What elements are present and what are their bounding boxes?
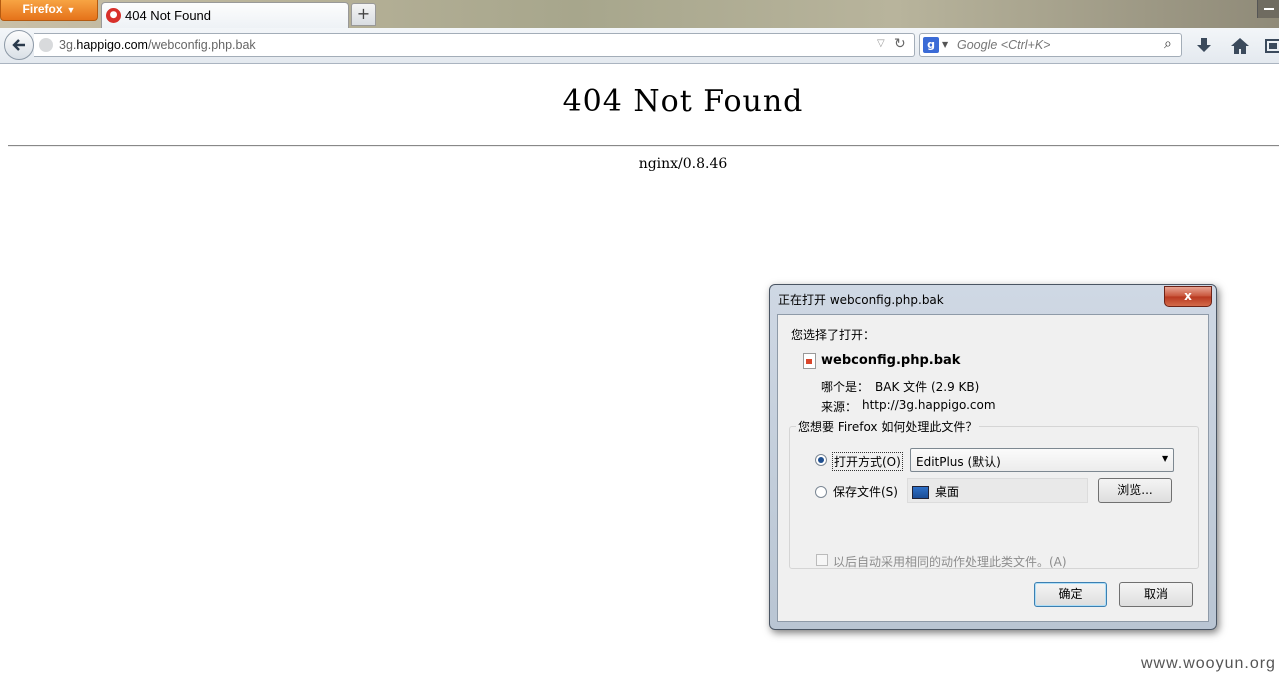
page-title: 404 Not Found <box>562 84 804 119</box>
file-type-label: 哪个是： <box>821 380 870 394</box>
open-with-radio[interactable] <box>815 454 827 466</box>
divider <box>8 145 1279 147</box>
server-signature: nginx/0.8.46 <box>638 156 728 172</box>
downloads-icon[interactable] <box>1194 36 1214 56</box>
bookmarks-icon[interactable] <box>1264 36 1279 56</box>
search-placeholder: Google <Ctrl+K> <box>957 38 1051 52</box>
application-value: EditPlus (默认) <box>916 455 1001 469</box>
save-location-field: 桌面 <box>907 478 1088 503</box>
chevron-down-icon: ▼ <box>66 5 76 15</box>
navigation-toolbar: 3g.happigo.com/webconfig.php.bak ▽ ↻ g ▼… <box>0 28 1279 64</box>
save-file-label[interactable]: 保存文件(S) <box>833 483 898 500</box>
site-favicon-icon: ● <box>106 8 121 23</box>
ok-button[interactable]: 确定 <box>1034 582 1107 607</box>
open-with-label[interactable]: 打开方式(O) <box>832 452 903 471</box>
url-text: 3g.happigo.com/webconfig.php.bak <box>59 38 256 52</box>
cancel-button[interactable]: 取消 <box>1119 582 1193 607</box>
google-icon[interactable]: g <box>923 37 939 53</box>
save-file-radio[interactable] <box>815 486 827 498</box>
watermark: www.wooyun.org <box>1141 655 1276 672</box>
remember-checkbox[interactable] <box>816 554 828 566</box>
action-question: 您想要 Firefox 如何处理此文件？ <box>796 418 980 435</box>
history-dropdown-icon[interactable]: ▽ <box>877 38 885 49</box>
search-icon[interactable]: ⌕ <box>1164 36 1172 52</box>
minimize-button[interactable] <box>1257 0 1279 18</box>
chevron-down-icon: ▼ <box>942 40 949 49</box>
tab-404-not-found[interactable]: ● 404 Not Found <box>101 2 349 28</box>
desktop-icon <box>912 486 929 499</box>
url-subdomain: 3g. <box>59 38 77 52</box>
home-icon[interactable] <box>1230 36 1250 56</box>
file-name: webconfig.php.bak <box>821 353 961 368</box>
browse-button[interactable]: 浏览... <box>1098 478 1172 503</box>
firefox-menu-button[interactable]: Firefox ▼ <box>0 0 98 21</box>
open-file-dialog: 正在打开 webconfig.php.bak x 您选择了打开： webconf… <box>769 284 1217 630</box>
dialog-title: 正在打开 webconfig.php.bak <box>778 293 944 307</box>
save-location-value: 桌面 <box>935 485 960 499</box>
new-tab-button[interactable]: + <box>351 3 376 26</box>
url-bar[interactable]: 3g.happigo.com/webconfig.php.bak ▽ ↻ <box>34 33 915 57</box>
file-source-value: http://3g.happigo.com <box>862 398 996 412</box>
minimize-icon <box>1264 8 1274 10</box>
file-icon <box>803 353 816 369</box>
url-path: /webconfig.php.bak <box>147 38 256 52</box>
application-select[interactable]: EditPlus (默认) ▼ <box>910 448 1174 472</box>
dialog-body: 您选择了打开： webconfig.php.bak 哪个是： BAK 文件 (2… <box>777 314 1209 622</box>
globe-icon <box>39 38 53 52</box>
tab-title: 404 Not Found <box>125 8 212 23</box>
back-button[interactable] <box>4 30 34 60</box>
remember-label: 以后自动采用相同的动作处理此类文件。(A) <box>833 555 1067 569</box>
chevron-down-icon: ▼ <box>1162 454 1169 463</box>
file-type-value: BAK 文件 (2.9 KB) <box>875 380 980 394</box>
search-bar[interactable]: g ▼ Google <Ctrl+K> ⌕ <box>919 33 1182 57</box>
file-source-label: 来源： <box>821 400 858 414</box>
firefox-menu-label: Firefox <box>22 2 63 16</box>
back-arrow-icon <box>12 39 25 51</box>
window-titlebar: Firefox ▼ ● 404 Not Found + <box>0 0 1279 28</box>
intro-text: 您选择了打开： <box>791 328 876 342</box>
close-button[interactable]: x <box>1164 286 1212 307</box>
url-domain: happigo.com <box>76 38 148 52</box>
reload-icon[interactable]: ↻ <box>894 36 906 52</box>
